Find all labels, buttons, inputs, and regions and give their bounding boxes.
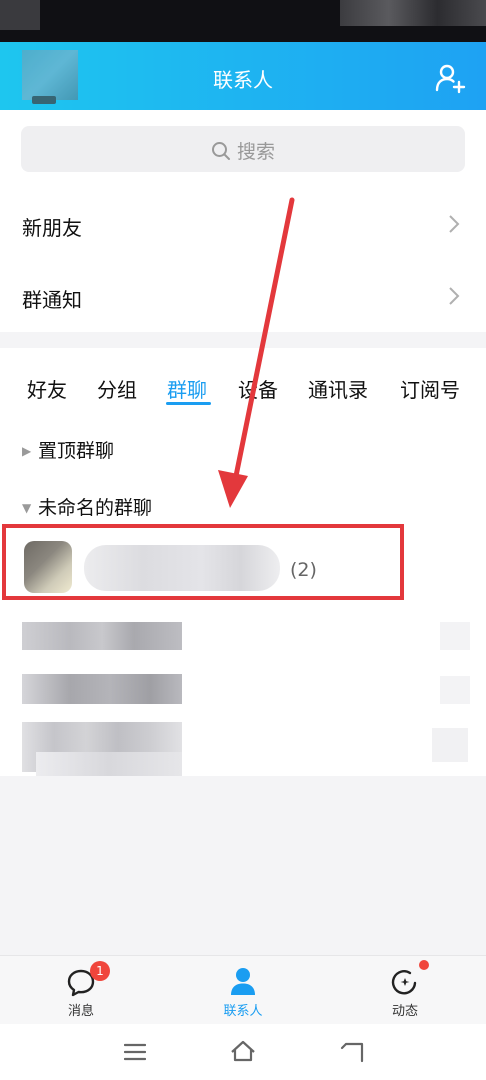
tab-groups[interactable]: 分组	[97, 374, 137, 403]
unnamed-groups-header[interactable]: ▼ 未命名的群聊	[22, 493, 152, 520]
nav-contacts[interactable]: 联系人	[203, 956, 283, 1024]
person-icon	[231, 968, 255, 995]
tab-subscriptions[interactable]: 订阅号	[400, 374, 460, 403]
search-icon	[211, 142, 230, 160]
back-icon[interactable]	[340, 1041, 364, 1063]
nav-moments-label: 动态	[391, 1004, 418, 1019]
app-header: 联系人	[0, 42, 486, 110]
unnamed-groups-label: 未命名的群聊	[38, 497, 153, 519]
search-placeholder: 搜索	[236, 141, 275, 163]
annotation-highlight-box	[2, 524, 404, 600]
new-friends-label: 新朋友	[22, 216, 82, 240]
unread-badge: 1	[90, 961, 110, 981]
bottom-nav: 1 消息 联系人 动态	[0, 955, 486, 1024]
redacted-block	[432, 728, 468, 762]
system-nav-bar	[0, 1024, 486, 1080]
tab-devices[interactable]: 设备	[238, 374, 278, 403]
redacted-group-item	[36, 752, 182, 776]
nav-moments[interactable]: 动态	[365, 956, 445, 1024]
expanded-triangle-icon: ▼	[22, 501, 32, 515]
chevron-right-icon	[449, 215, 460, 233]
star-orbit-icon	[391, 970, 417, 995]
new-activity-dot	[419, 960, 429, 970]
status-bar	[0, 0, 486, 42]
contact-tabs: 好友 分组 群聊 设备 通讯录 订阅号	[0, 366, 486, 406]
group-notice-row[interactable]: 群通知	[0, 262, 486, 332]
redacted-group-header	[22, 622, 182, 650]
status-blur-left	[0, 0, 40, 30]
pinned-groups-label: 置顶群聊	[38, 440, 115, 462]
chevron-right-icon	[449, 287, 460, 305]
group-notice-label: 群通知	[22, 288, 82, 312]
redacted-group-header	[22, 674, 182, 704]
tab-address-book[interactable]: 通讯录	[308, 374, 368, 403]
add-friend-icon[interactable]	[434, 62, 466, 94]
tab-friends[interactable]: 好友	[27, 374, 67, 403]
pinned-groups-header[interactable]: ▶ 置顶群聊	[22, 436, 114, 463]
redacted-block	[440, 676, 470, 704]
tab-group-chats[interactable]: 群聊	[167, 374, 207, 403]
menu-icon[interactable]	[124, 1043, 146, 1061]
page-title: 联系人	[213, 68, 273, 92]
nav-messages-label: 消息	[67, 1004, 94, 1019]
nav-contacts-label: 联系人	[223, 1004, 263, 1019]
redacted-block	[440, 622, 470, 650]
status-blur-right	[340, 0, 486, 26]
active-tab-indicator	[166, 402, 211, 405]
home-icon[interactable]	[230, 1040, 256, 1062]
collapsed-triangle-icon: ▶	[22, 444, 32, 458]
search-input[interactable]: 搜索	[21, 126, 465, 172]
nav-messages[interactable]: 1 消息	[41, 956, 121, 1024]
new-friends-row[interactable]: 新朋友	[0, 190, 486, 260]
